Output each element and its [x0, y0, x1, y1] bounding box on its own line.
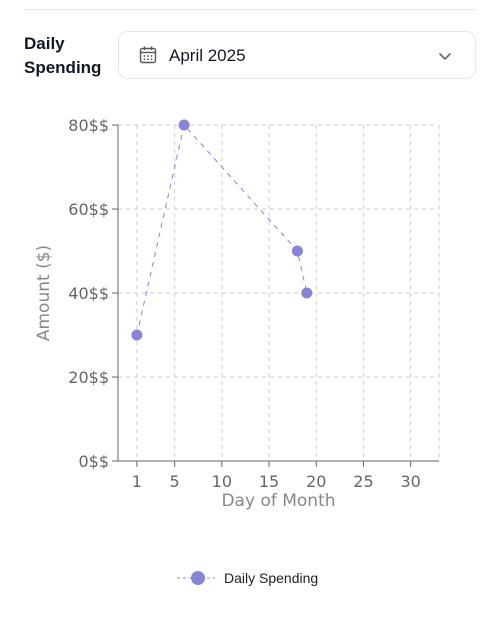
legend[interactable]: Daily Spending	[176, 566, 318, 590]
y-tick-label: 80$$	[68, 116, 109, 135]
y-tick-label: 40$$	[68, 284, 109, 303]
legend-label: Daily Spending	[224, 570, 319, 586]
y-tick-label: 0$$	[78, 452, 109, 471]
spending-line-chart: 0$$20$$40$$60$$80$$1 5 10 15 20 25 30Day of Mo…	[34, 116, 440, 511]
month-select-value: April 2025	[169, 46, 246, 65]
page-title: Daily Spending	[24, 34, 102, 77]
x-tick-label: 1	[132, 472, 142, 491]
x-tick-label: 30	[400, 472, 420, 491]
chevron-down-icon[interactable]	[437, 48, 453, 64]
y-tick-label: 20$$	[68, 368, 109, 387]
legend-marker	[177, 571, 215, 585]
x-tick-label: 20	[306, 472, 326, 491]
calendar-icon	[139, 46, 157, 64]
month-select[interactable]: April 2025	[118, 31, 476, 79]
x-tick-label: 25	[353, 472, 373, 491]
x-tick-label: 5	[170, 472, 180, 491]
y-axis-title: Amount ($)	[34, 245, 54, 341]
y-tick-label: 60$$	[68, 200, 109, 219]
top-divider	[24, 9, 476, 10]
x-axis-title: Day of Month	[221, 491, 335, 511]
data-point	[291, 245, 303, 257]
data-point	[131, 329, 143, 341]
x-tick-label: 15	[259, 472, 279, 491]
x-tick-label: 10	[212, 472, 232, 491]
data-point	[178, 119, 190, 131]
data-point	[301, 287, 313, 299]
